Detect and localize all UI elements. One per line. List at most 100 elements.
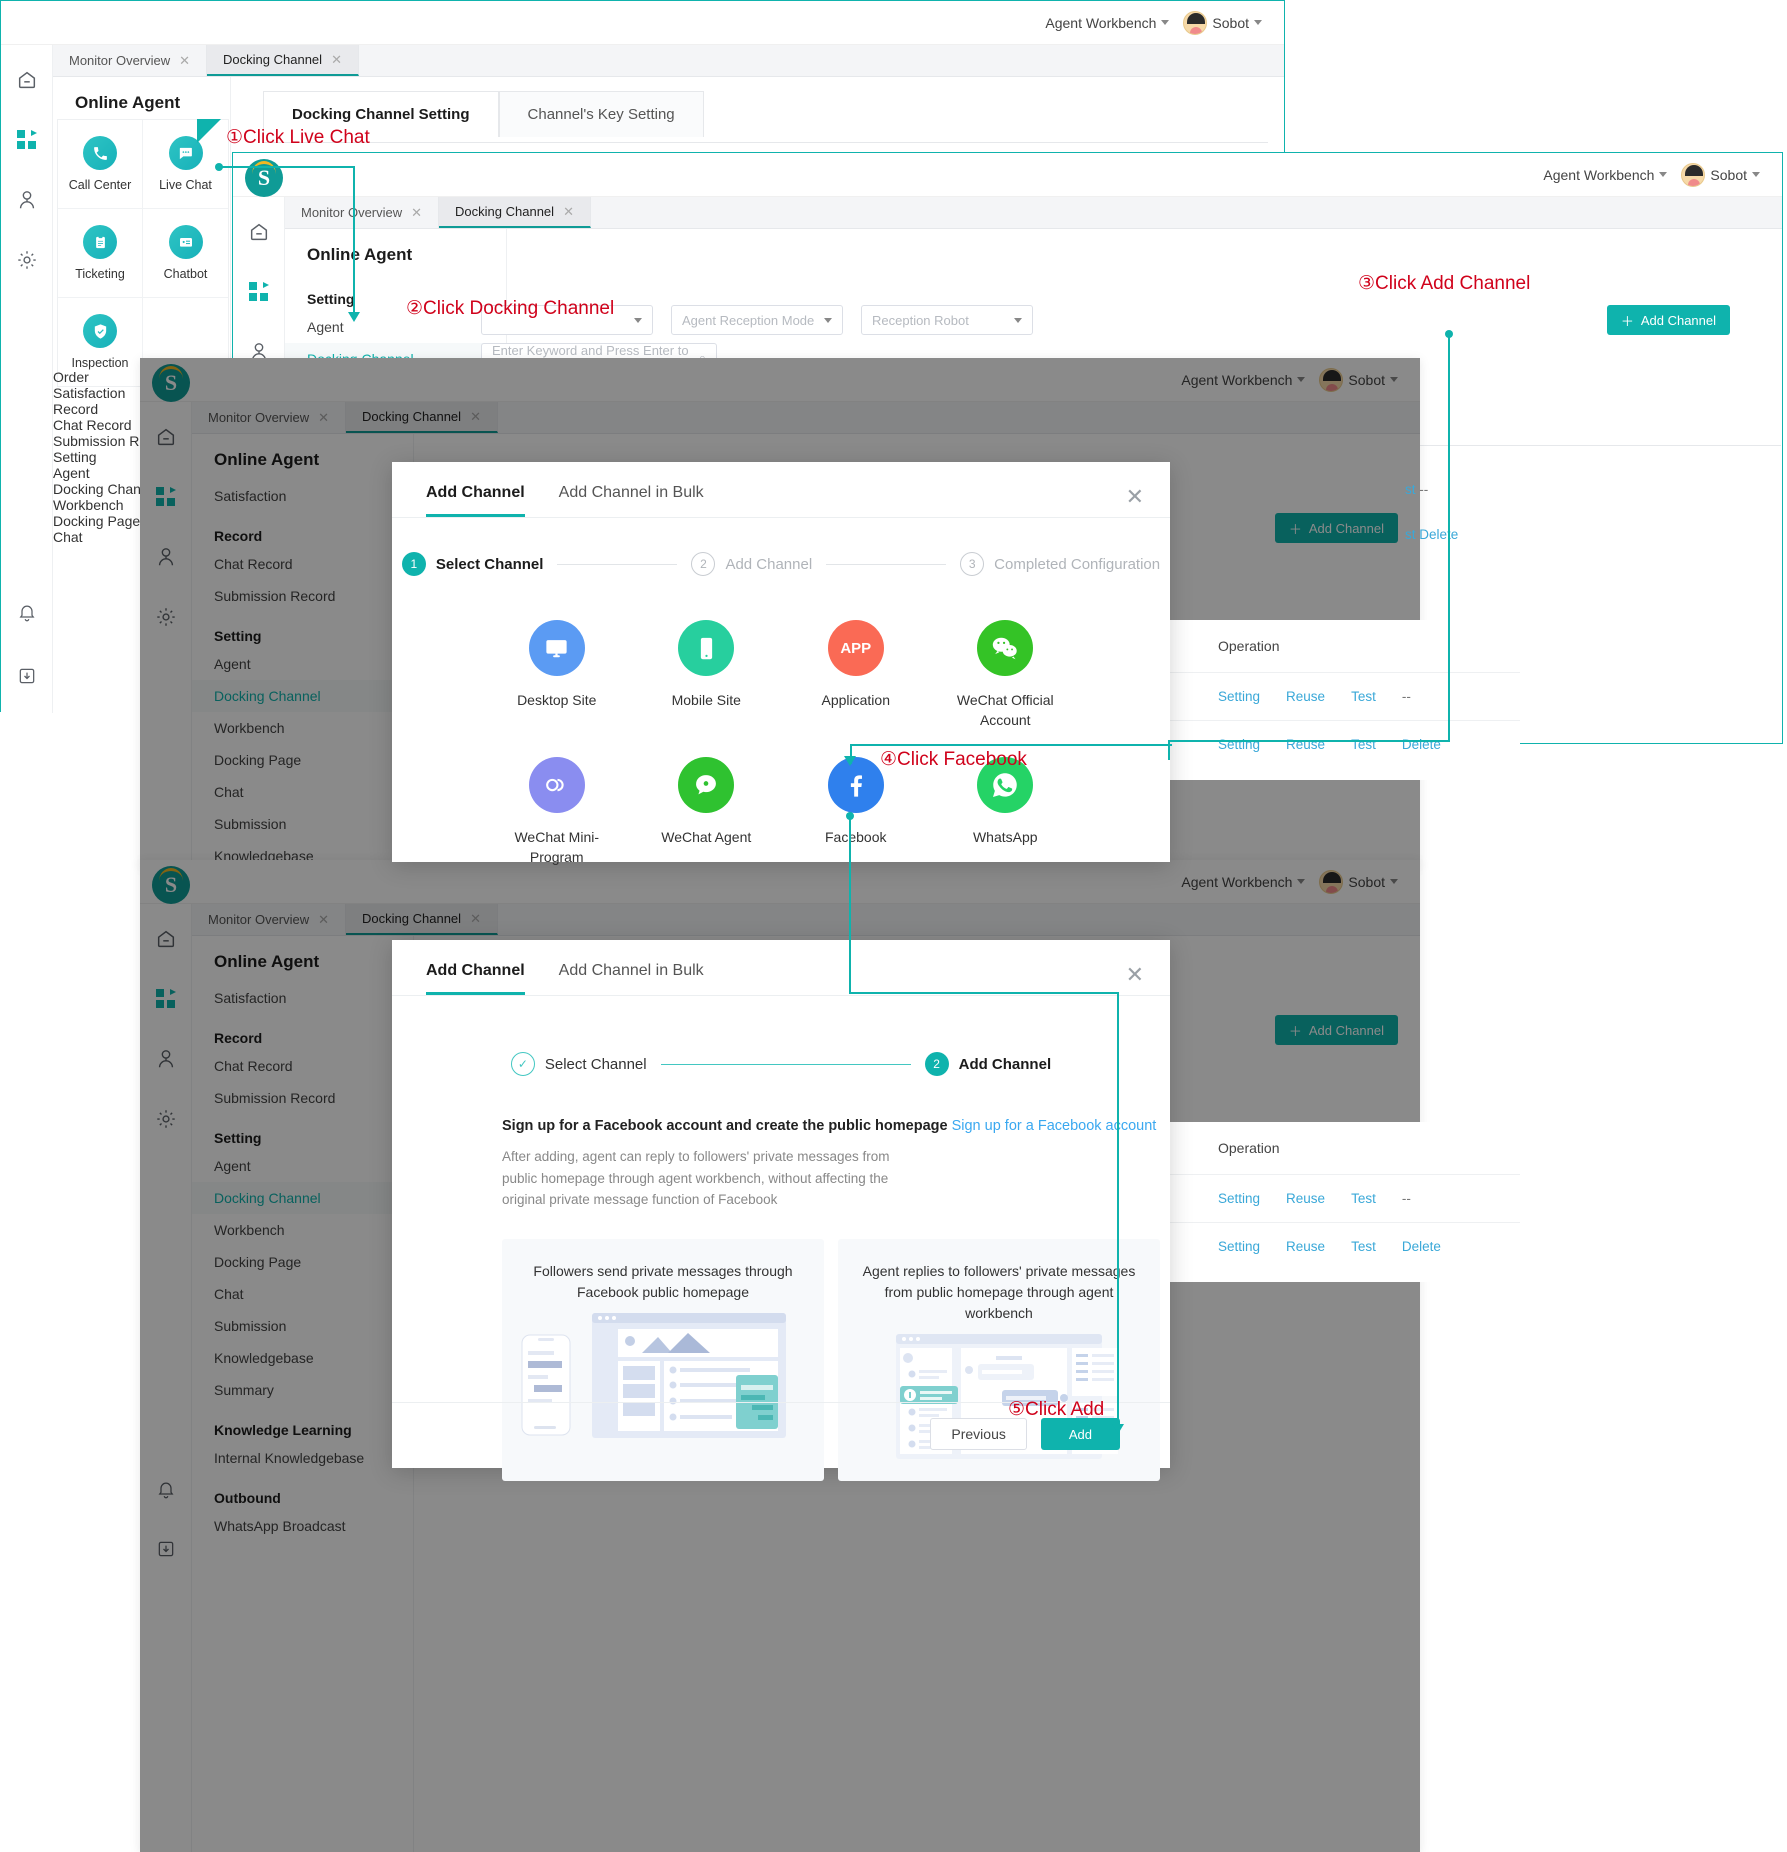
annotation-4: ④Click Facebook	[880, 748, 1027, 771]
home-icon[interactable]	[246, 219, 272, 245]
app-tile-call-center[interactable]: Call Center	[58, 120, 143, 209]
step-number: 2	[924, 1052, 949, 1076]
illustration-card-followers: Followers send private messages through …	[502, 1238, 824, 1481]
modal-tab-add-channel[interactable]: Add Channel	[426, 962, 525, 995]
add-button[interactable]: Add	[1040, 1418, 1120, 1450]
agent-workbench-menu[interactable]: Agent Workbench	[1045, 14, 1170, 31]
modal-tab-add-channel-in-bulk[interactable]: Add Channel in Bulk	[559, 962, 704, 995]
window-1-tile-marker	[197, 119, 221, 143]
app-tile-chatbot[interactable]: Chatbot	[143, 209, 228, 298]
filter-select-agent-reception-mode[interactable]: Agent Reception Mode	[671, 305, 843, 335]
download-icon[interactable]	[14, 663, 40, 689]
action-reuse[interactable]: Reuse	[1286, 1191, 1325, 1206]
filter-select-reception-robot[interactable]: Reception Robot	[861, 305, 1033, 335]
user-menu[interactable]: Sobot	[1183, 10, 1262, 35]
channel-option-application[interactable]: APP Application	[781, 620, 931, 731]
channel-option-wechat-official-account[interactable]: WeChat Official Account	[931, 620, 1081, 731]
table-panel-window-4: Operation Setting Reuse Test -- Setting …	[1170, 1122, 1520, 1282]
chevron-down-icon	[1659, 172, 1668, 177]
step-label: Completed Configuration	[994, 555, 1161, 573]
previous-button[interactable]: Previous	[930, 1418, 1027, 1450]
action-setting[interactable]: Setting	[1218, 1191, 1260, 1206]
action-setting[interactable]: Setting	[1218, 689, 1260, 704]
fragment-test[interactable]: st	[1405, 482, 1416, 497]
wechat-mini-program-icon	[528, 756, 585, 813]
operation-header-label: Operation	[1218, 1140, 1280, 1156]
desktop-monitor-icon	[528, 620, 585, 676]
nav-label: Chat	[53, 529, 83, 545]
add-channel-button[interactable]: ＋ Add Channel	[1606, 305, 1730, 335]
agent-person-icon[interactable]	[14, 187, 40, 213]
close-icon[interactable]: ✕	[563, 204, 574, 220]
tab-label: Docking Channel	[223, 52, 323, 67]
annotation-2: ②Click Docking Channel	[406, 297, 614, 320]
connector-line	[353, 166, 355, 316]
action-test[interactable]: Test	[1351, 1191, 1376, 1206]
annotation-1: ①Click Live Chat	[226, 126, 370, 149]
gear-icon[interactable]	[14, 247, 40, 273]
agent-workbench-label: Agent Workbench	[1045, 14, 1157, 31]
apps-grid-icon[interactable]	[246, 279, 272, 305]
user-menu[interactable]: Sobot	[1681, 162, 1760, 187]
annotation-number: ③	[1358, 273, 1376, 294]
annotation-3: ③Click Add Channel	[1358, 272, 1530, 295]
nav-label: Docking Chan	[53, 481, 141, 497]
action-test[interactable]: Test	[1351, 1239, 1376, 1254]
channel-label: WeChat Agent	[661, 828, 752, 845]
action-reuse[interactable]: Reuse	[1286, 1239, 1325, 1254]
channel-label: WeChat Official Account	[956, 692, 1054, 729]
step-label: Add Channel	[958, 1055, 1052, 1073]
connector-line	[219, 166, 355, 168]
modal-step2-footer: Previous Add	[930, 1418, 1120, 1450]
apps-grid-icon[interactable]	[14, 127, 40, 153]
home-icon[interactable]	[14, 67, 40, 93]
close-icon[interactable]: ✕	[1126, 964, 1144, 986]
illustration-caption: Followers send private messages through …	[533, 1262, 793, 1300]
app-tile-label: Inspection	[71, 356, 129, 370]
tab-monitor-overview[interactable]: Monitor Overview ✕	[285, 197, 440, 228]
fragment-test[interactable]: st	[1405, 527, 1416, 542]
close-icon[interactable]: ✕	[331, 52, 342, 68]
close-icon[interactable]: ✕	[411, 205, 422, 221]
modal-step1-tabs: Add Channel Add Channel in Bulk	[392, 462, 1170, 518]
channel-option-whatsapp[interactable]: WhatsApp	[931, 756, 1081, 868]
signup-link[interactable]: Sign up for a Facebook account	[952, 1118, 1157, 1134]
fragment-delete[interactable]: Delete	[1419, 527, 1458, 542]
close-icon[interactable]: ✕	[179, 53, 190, 69]
annotation-text: Click Facebook	[897, 749, 1027, 770]
close-icon[interactable]: ✕	[1126, 486, 1144, 508]
channel-option-mobile-site[interactable]: Mobile Site	[632, 620, 782, 731]
channel-option-desktop-site[interactable]: Desktop Site	[482, 620, 632, 731]
add-channel-label: Add Channel	[1640, 312, 1716, 328]
channel-option-wechat-agent[interactable]: WeChat Agent	[632, 756, 782, 868]
channel-option-wechat-mini-program[interactable]: WeChat Mini-Program	[482, 756, 632, 868]
app-tile-ticketing[interactable]: Ticketing	[58, 209, 143, 298]
window-2-tabstrip: Monitor Overview ✕ Docking Channel ✕	[285, 197, 1782, 229]
previous-label: Previous	[951, 1426, 1006, 1442]
add-channel-modal-step2: Add Channel Add Channel in Bulk ✕ ✓ Sele…	[392, 940, 1170, 1481]
channel-label: Mobile Site	[671, 692, 741, 708]
action-delete[interactable]: Delete	[1402, 1239, 1441, 1254]
modal-tab-add-channel[interactable]: Add Channel	[426, 484, 525, 517]
bell-icon[interactable]	[14, 599, 40, 625]
connector-line	[1168, 740, 1170, 760]
action-test[interactable]: Test	[1351, 689, 1376, 704]
tab-docking-channel[interactable]: Docking Channel ✕	[439, 197, 591, 228]
channel-option-facebook[interactable]: Facebook	[781, 756, 931, 868]
nav-label: Record	[53, 401, 99, 417]
action-reuse[interactable]: Reuse	[1286, 689, 1325, 704]
stepper-step-3: 3 Completed Configuration	[960, 552, 1160, 576]
nav-label: Docking Page	[53, 513, 141, 529]
action-setting[interactable]: Setting	[1218, 1239, 1260, 1254]
nav-label: Agent	[53, 465, 90, 481]
robot-icon	[168, 225, 203, 259]
tab-monitor-overview[interactable]: Monitor Overview ✕	[53, 45, 208, 76]
chevron-down-icon	[1161, 20, 1170, 25]
connector-line	[1448, 334, 1450, 742]
agent-workbench-menu[interactable]: Agent Workbench	[1543, 166, 1668, 183]
modal-tab-add-channel-in-bulk[interactable]: Add Channel in Bulk	[559, 484, 704, 517]
content-tab-channels-key-setting[interactable]: Channel's Key Setting	[498, 91, 704, 137]
annotation-text: Click Add Channel	[1375, 273, 1531, 294]
agent-workbench-label: Agent Workbench	[1543, 166, 1655, 183]
tab-docking-channel[interactable]: Docking Channel ✕	[207, 45, 359, 76]
